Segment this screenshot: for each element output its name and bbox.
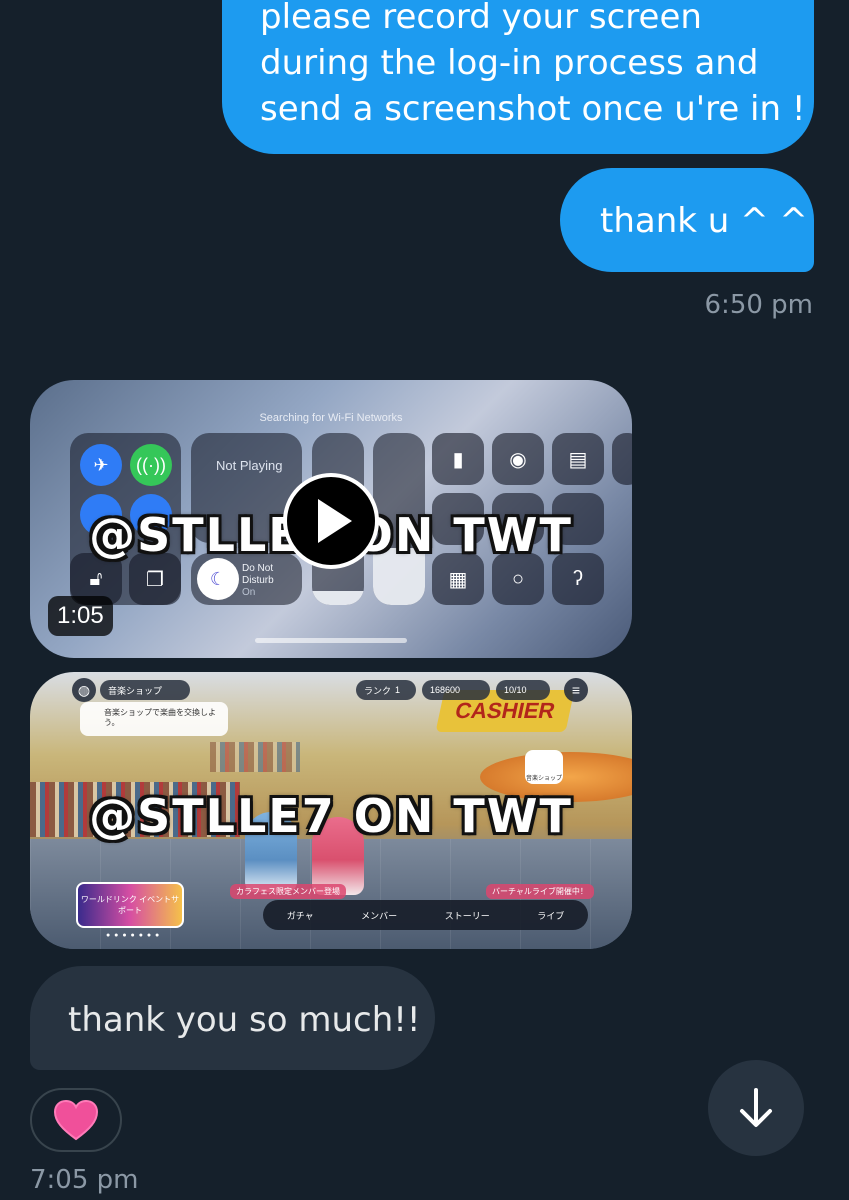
dm-conversation: please record your screen during the log… [0,0,849,1200]
home-indicator [255,638,407,643]
dnd-labels: Do Not Disturb On [242,563,274,599]
rank-pill: ランク 1 [356,680,416,700]
event-label: カラフェス限定メンバー登場 [230,884,346,899]
nav-member: メンバー [361,910,398,921]
dnd-state: On [242,587,256,598]
message-text: thank u ^ ^ [600,201,808,241]
flashlight-icon: ▮ [432,433,484,485]
message-line: during the log-in process and [260,43,759,83]
wifi-status-text: Searching for Wi-Fi Networks [259,412,403,424]
scroll-to-bottom-button[interactable] [708,1060,804,1156]
now-playing-label: Not Playing [216,458,283,473]
message-text: thank you so much!! [68,1000,421,1040]
control-tile-partial [612,433,632,485]
message-line: please record your screen [260,0,702,37]
image-attachment[interactable]: CASHIER ◍ 音楽ショップ ランク 1 168600 10/10 ≡ 音楽… [30,672,632,949]
moon-icon: ☾ [197,558,239,600]
nav-story: ストーリー [444,910,490,921]
video-duration: 1:05 [48,596,113,636]
message-timestamp: 6:50 pm [704,290,813,320]
carousel-dots: ● ● ● ● ● ● ● [106,932,161,939]
shop-shelf [210,742,300,772]
rank-value: 1 [395,685,401,695]
event-banner: ワールドリンク イベントサポート [76,882,184,928]
camera-icon: ◉ [492,433,544,485]
game-message: 音楽ショップで楽曲を交換しよう。 [80,702,228,736]
airplane-icon: ✈ [80,444,122,486]
heart-icon [53,1099,99,1141]
sent-message-bubble[interactable]: thank u ^ ^ [560,168,814,272]
event-label: バーチャルライブ開催中！ [486,884,594,899]
game-nav-bar: ガチャ メンバー ストーリー ライブ [263,900,588,930]
message-timestamp: 7:05 pm [30,1165,139,1195]
globe-icon: ◍ [72,678,96,702]
reaction-pill[interactable] [30,1088,122,1152]
currency-pill: 168600 [422,680,490,700]
cellular-icon: ((·)) [130,444,172,486]
currency-value: 168600 [430,685,461,695]
video-attachment[interactable]: Searching for Wi-Fi Networks ✈ ((·)) Not… [30,380,632,658]
arrow-down-icon [740,1088,772,1127]
rank-label: ランク [364,685,392,696]
nav-gacha: ガチャ [286,910,314,921]
dnd-label: Disturb [242,575,274,586]
menu-icon: ≡ [564,678,588,702]
note-add-icon: ▤ [552,433,604,485]
message-line: send a screenshot once u're in ! [260,89,806,129]
dnd-label: Do Not [242,563,274,574]
play-button[interactable] [283,473,379,569]
nav-live: ライブ [537,910,565,921]
stamina-pill: 10/10 [496,680,550,700]
watermark-text: @STLLE7 ON TWT [89,789,573,843]
sent-message-bubble[interactable]: please record your screen during the log… [222,0,814,154]
play-icon [318,499,352,543]
location-pill: 音楽ショップ [100,680,190,700]
location-label: 音楽ショップ [108,685,163,696]
received-message-bubble[interactable]: thank you so much!! [30,966,435,1070]
shop-button-label: 音楽ショップ [525,750,563,784]
stamina-value: 10/10 [504,685,527,695]
